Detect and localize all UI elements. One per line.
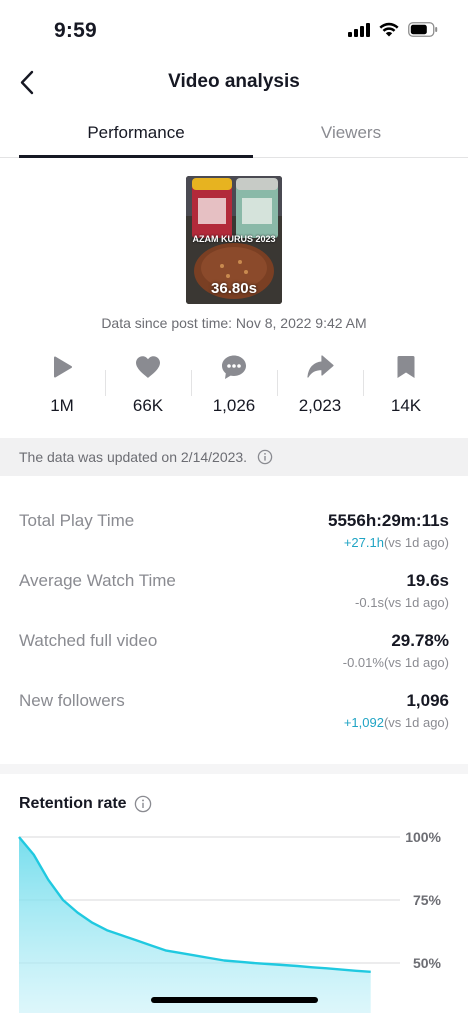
wifi-icon — [379, 22, 399, 37]
metric-label: Average Watch Time — [19, 571, 176, 590]
metric-average-watch-time: Average Watch Time 19.6s -0.1s(vs 1d ago… — [19, 536, 449, 610]
metric-value: 5556h:29m:11s — [328, 511, 449, 530]
y-tick-label: 50% — [413, 955, 442, 971]
views-count: 1M — [50, 396, 74, 415]
tab-bar: Performance Viewers — [0, 112, 468, 158]
metric-label: Total Play Time — [19, 511, 135, 530]
video-thumbnail[interactable]: AZAM KURUS 2023 36.80s — [186, 176, 282, 304]
change-amount: +1,092 — [343, 715, 384, 730]
favorites-count: 14K — [390, 396, 422, 415]
status-bar: 9:59 — [0, 0, 468, 60]
metric-label: Watched full video — [19, 631, 158, 650]
stat-shares: 2,023 — [277, 350, 363, 420]
page-title: Video analysis — [168, 71, 300, 92]
likes-count: 66K — [132, 396, 164, 415]
shares-count: 2,023 — [298, 396, 342, 415]
info-icon[interactable] — [257, 449, 273, 465]
play-icon — [54, 356, 72, 378]
heart-icon — [136, 356, 160, 378]
retention-chart: 100% 75% 50% — [18, 829, 442, 1013]
tab-performance[interactable]: Performance — [19, 112, 253, 158]
battery-icon — [408, 22, 438, 37]
metric-watched-full-video: Watched full video 29.78% -0.01%(vs 1d a… — [19, 596, 449, 670]
retention-area — [19, 837, 371, 1013]
engagement-stats: 1M 66K 1,026 2,023 14K — [19, 350, 449, 420]
cellular-signal-icon — [348, 22, 370, 37]
info-icon[interactable] — [134, 795, 152, 813]
metric-new-followers: New followers 1,096 +1,092(vs 1d ago) — [19, 656, 449, 730]
metric-value: 1,096 — [406, 691, 449, 710]
nav-bar: Video analysis — [0, 60, 468, 106]
retention-title: Retention rate — [19, 795, 152, 813]
metric-label: New followers — [19, 691, 125, 710]
post-time: Data since post time: Nov 8, 2022 9:42 A… — [101, 315, 367, 331]
retention-title-text: Retention rate — [19, 795, 127, 812]
status-time: 9:59 — [54, 19, 97, 42]
stat-likes: 66K — [105, 350, 191, 420]
section-divider — [0, 764, 468, 774]
stat-comments: 1,026 — [191, 350, 277, 420]
status-icons — [348, 22, 438, 37]
metric-value: 29.78% — [391, 631, 449, 650]
update-notice-bar: The data was updated on 2/14/2023. — [0, 438, 468, 476]
video-duration: 36.80s — [211, 280, 257, 297]
y-tick-label: 100% — [405, 829, 441, 845]
change-compare: (vs 1d ago) — [383, 715, 449, 730]
y-tick-label: 75% — [413, 892, 442, 908]
share-icon — [307, 355, 334, 378]
update-notice: The data was updated on 2/14/2023. — [19, 449, 248, 465]
comment-icon — [222, 355, 246, 379]
stat-favorites: 14K — [363, 350, 449, 420]
home-indicator — [151, 997, 318, 1003]
metric-value: 19.6s — [406, 571, 449, 590]
tab-viewers[interactable]: Viewers — [234, 112, 468, 157]
thumbnail-caption: AZAM KURUS 2023 — [192, 234, 276, 244]
stat-views: 1M — [19, 350, 105, 420]
metric-total-play-time: Total Play Time 5556h:29m:11s +27.1h(vs … — [19, 476, 449, 550]
comments-count: 1,026 — [212, 396, 256, 415]
metric-change: +1,092(vs 1d ago) — [344, 715, 449, 730]
bookmark-icon — [397, 356, 415, 378]
